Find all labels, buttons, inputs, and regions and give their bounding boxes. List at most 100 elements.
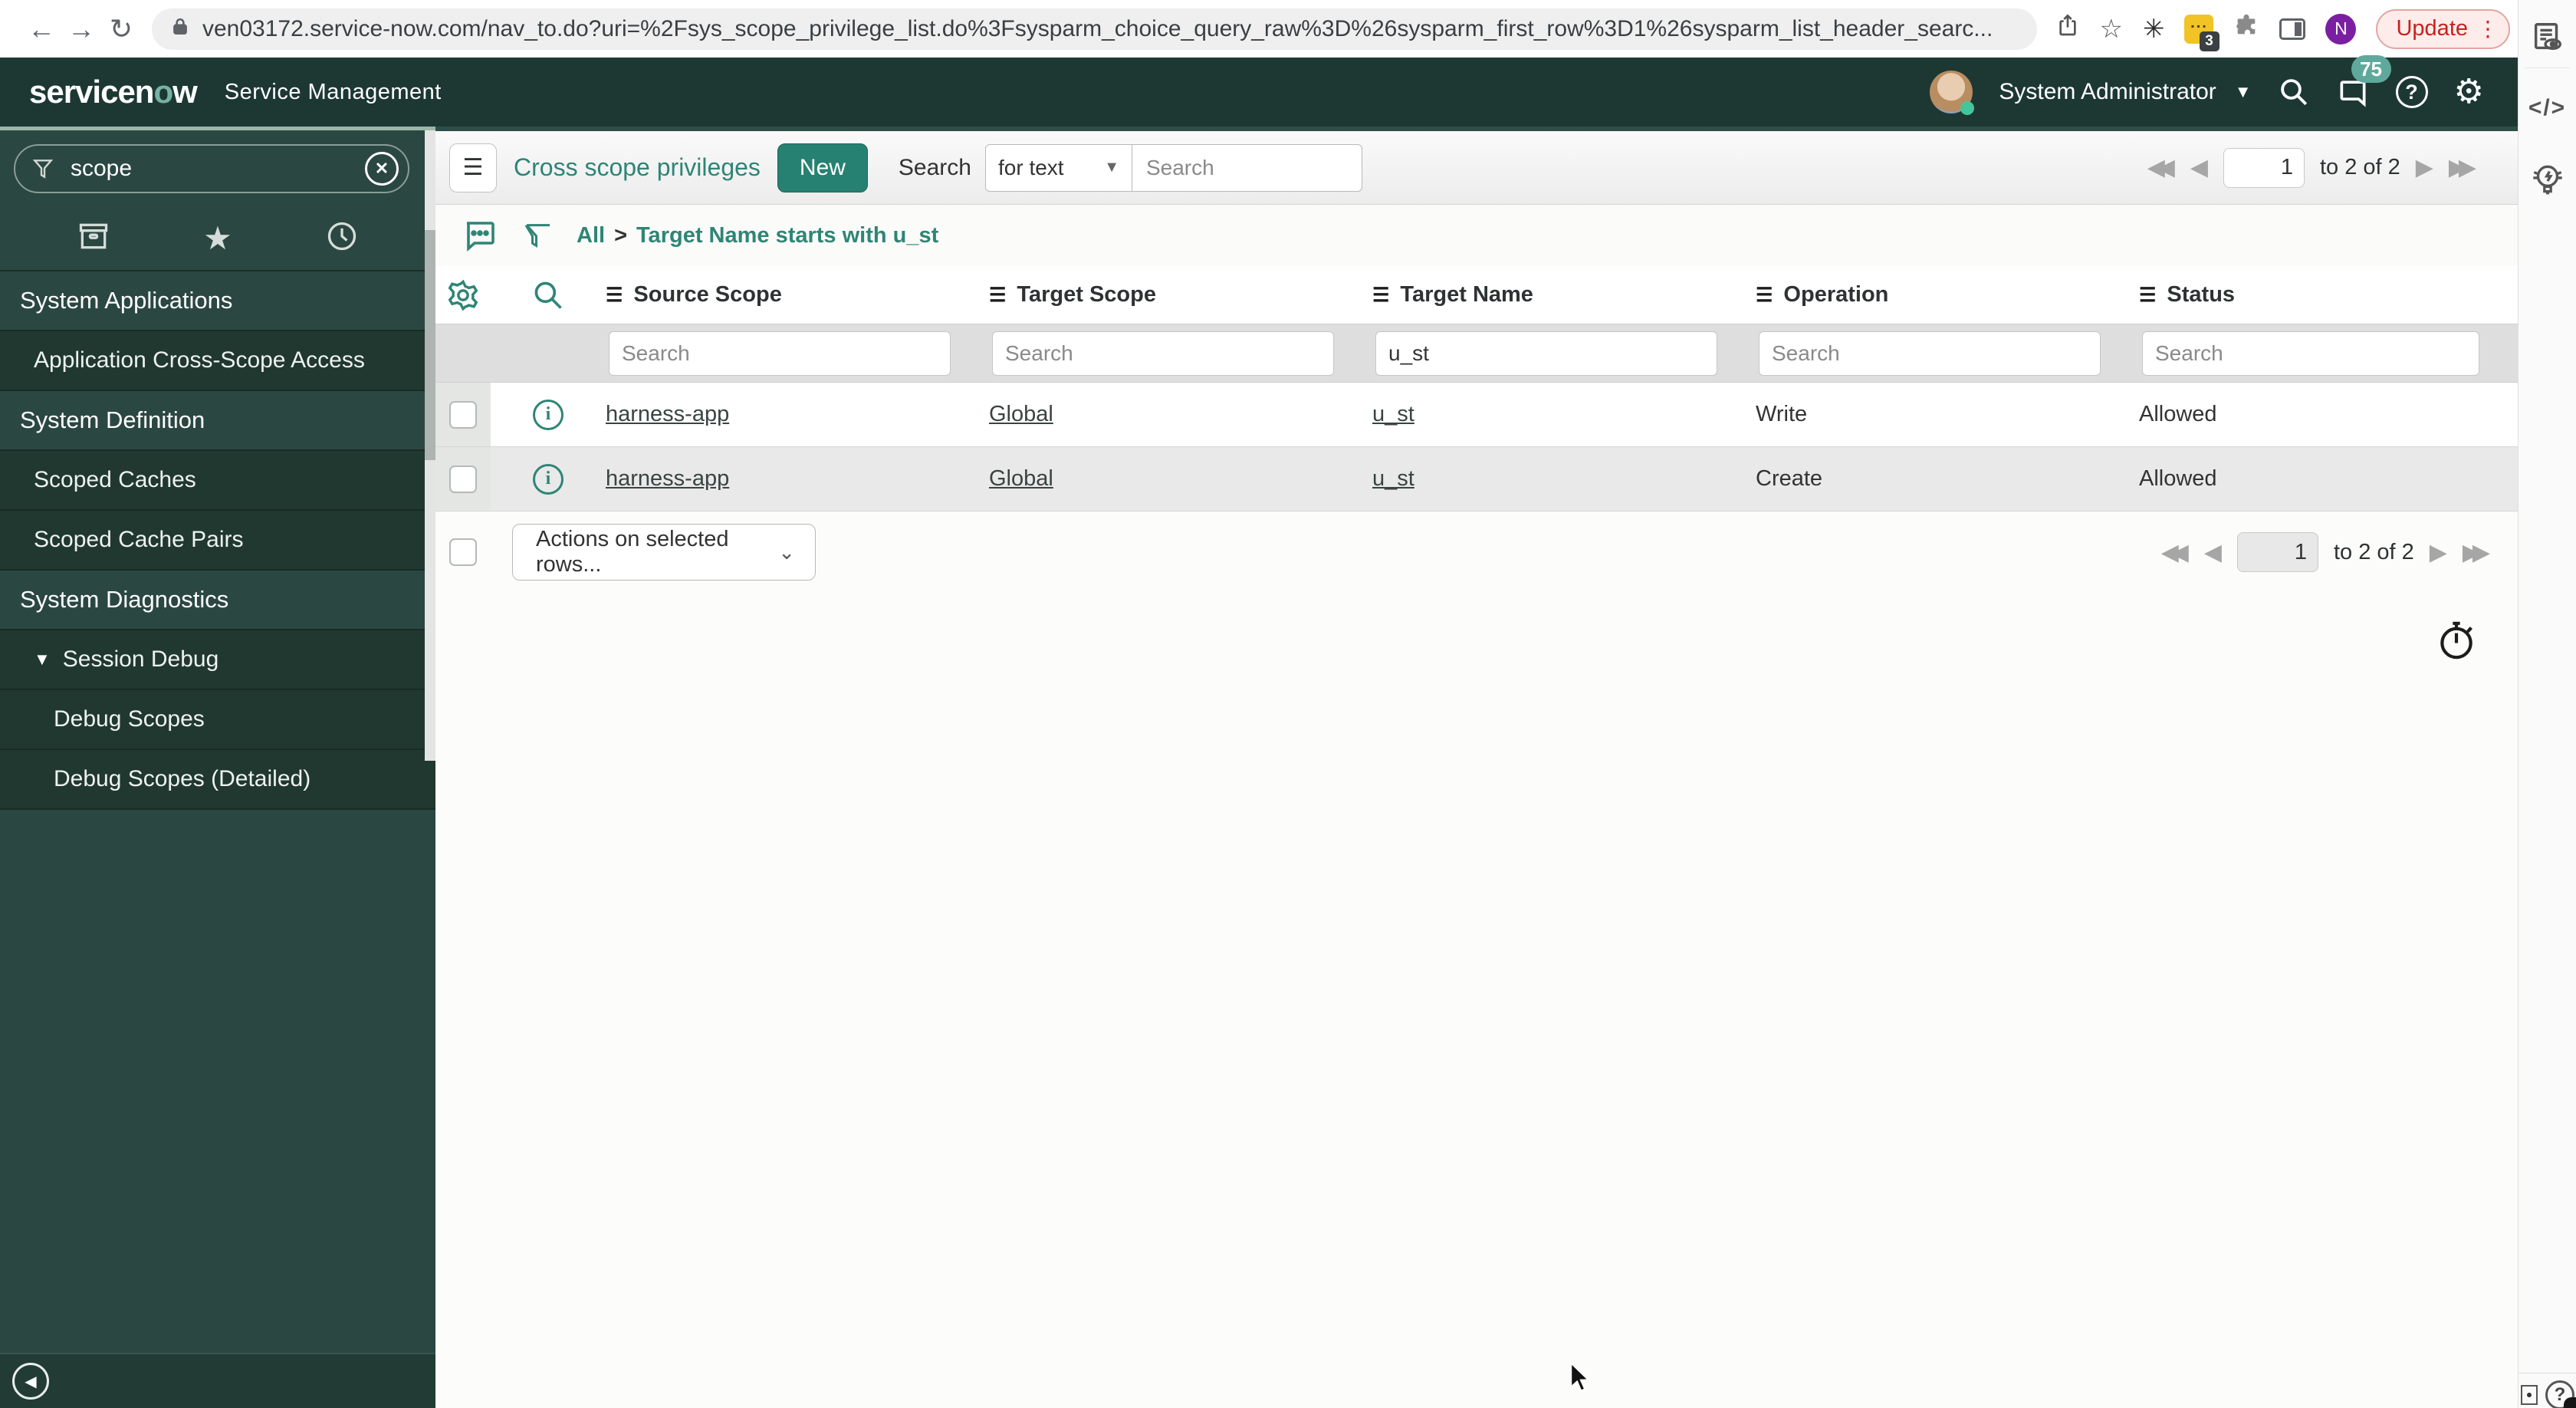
column-search-toggle-icon[interactable] — [491, 278, 606, 312]
actions-select[interactable]: Actions on selected rows... ⌄ — [512, 524, 816, 581]
column-header-operation[interactable]: ☰ Operation — [1756, 282, 2139, 308]
next-page-icon[interactable]: ▶ — [2416, 154, 2433, 181]
previous-page-icon[interactable]: ◀ — [2204, 539, 2222, 566]
extensions-puzzle-icon[interactable] — [2233, 12, 2259, 45]
favorites-star-icon[interactable]: ★ — [203, 219, 232, 257]
user-name[interactable]: System Administrator — [1999, 79, 2216, 105]
sidebar-item-scoped-cache-pairs[interactable]: Scoped Cache Pairs — [0, 511, 435, 571]
breadcrumb-filter-link[interactable]: Target Name starts with u_st — [636, 223, 938, 248]
settings-gear-icon[interactable]: ⚙ — [2454, 75, 2484, 109]
sidebar-item-scoped-caches[interactable]: Scoped Caches — [0, 451, 435, 511]
filter-target-name-input[interactable] — [1375, 331, 1717, 376]
sidebar-item-application-cross-scope-access[interactable]: Application Cross-Scope Access — [0, 331, 435, 391]
update-button[interactable]: Update ⋮ — [2376, 8, 2510, 49]
sidebar-item-debug-scopes[interactable]: Debug Scopes — [0, 690, 435, 750]
column-menu-icon[interactable]: ☰ — [989, 284, 1006, 307]
breadcrumb-funnel-icon[interactable] — [523, 217, 554, 254]
user-menu-caret-icon[interactable]: ▼ — [2235, 82, 2252, 102]
browser-profile-avatar[interactable]: N — [2325, 13, 2357, 44]
sidebar-item-debug-scopes-detailed[interactable]: Debug Scopes (Detailed) — [0, 750, 435, 810]
reading-list-icon[interactable] — [2518, 20, 2576, 55]
history-clock-icon[interactable] — [325, 219, 359, 257]
conversations-icon[interactable]: 75 — [2336, 55, 2391, 109]
browser-menu-icon[interactable]: ⋮ — [2477, 16, 2499, 41]
select-all-checkbox[interactable] — [449, 538, 477, 566]
last-page-icon[interactable]: ▶▶ — [2449, 154, 2476, 181]
browser-side-panel-strip: </> — [2518, 0, 2576, 1408]
address-bar[interactable]: ven03172.service-now.com/nav_to.do?uri=%… — [152, 8, 2037, 50]
clear-filter-icon[interactable]: ✕ — [365, 152, 399, 186]
sidebar-scrollbar[interactable] — [425, 130, 435, 761]
all-applications-icon[interactable] — [77, 219, 110, 257]
source-scope-link[interactable]: harness-app — [606, 402, 729, 426]
filter-source-scope-input[interactable] — [609, 331, 951, 376]
column-header-target-name[interactable]: ☰ Target Name — [1372, 282, 1756, 308]
row-checkbox[interactable] — [449, 400, 477, 429]
bottom-pagination: ◀◀ ◀ to 2 of 2 ▶ ▶▶ — [2161, 532, 2490, 572]
help-icon[interactable]: ? — [2395, 76, 2428, 108]
column-menu-icon[interactable]: ☰ — [606, 284, 623, 307]
row-select-cell — [435, 447, 491, 511]
side-panel-icon[interactable] — [2279, 18, 2306, 40]
row-checkbox[interactable] — [449, 465, 477, 493]
list-title[interactable]: Cross scope privileges — [514, 153, 761, 182]
global-search-icon[interactable] — [2278, 76, 2310, 108]
column-header-source-scope[interactable]: ☰ Source Scope — [606, 282, 989, 308]
next-page-icon[interactable]: ▶ — [2430, 539, 2447, 566]
list-chat-icon[interactable] — [458, 217, 500, 254]
last-page-icon[interactable]: ▶▶ — [2463, 539, 2490, 566]
sidebar-scrollbar-thumb[interactable] — [425, 230, 435, 460]
collapse-triangle-icon[interactable]: ▼ — [34, 650, 51, 669]
filter-operation-input[interactable] — [1759, 331, 2101, 376]
list-search-input[interactable] — [1132, 143, 1362, 192]
first-page-icon[interactable]: ◀◀ — [2147, 154, 2175, 181]
bookmark-star-icon[interactable]: ☆ — [2100, 14, 2123, 44]
row-info-icon[interactable]: i — [491, 463, 606, 495]
page-number-input[interactable] — [2223, 147, 2305, 188]
navigator-filter-input[interactable] — [71, 156, 324, 182]
column-menu-icon[interactable]: ☰ — [2139, 284, 2156, 307]
breadcrumb-all-link[interactable]: All — [577, 223, 605, 248]
select-caret-icon: ▼ — [1104, 159, 1119, 176]
extension-spinner-icon[interactable]: ✳ — [2143, 14, 2165, 44]
code-panel-icon[interactable]: </> — [2518, 95, 2576, 121]
row-info-icon[interactable]: i — [491, 399, 606, 430]
user-avatar[interactable] — [1930, 71, 1975, 115]
list-view: ☰ Cross scope privileges New Search for … — [435, 127, 2518, 1408]
corner-widget-icon[interactable] — [2521, 1385, 2538, 1405]
forward-icon[interactable]: → — [61, 13, 101, 45]
column-menu-icon[interactable]: ☰ — [1372, 284, 1389, 307]
sidebar-section-system-diagnostics[interactable]: System Diagnostics — [0, 571, 435, 630]
column-header-target-scope[interactable]: ☰ Target Scope — [989, 282, 1372, 308]
extension-yellow-icon[interactable]: ... 3 — [2184, 14, 2220, 51]
sidebar-group-session-debug[interactable]: ▼ Session Debug — [0, 630, 435, 690]
target-name-link[interactable]: u_st — [1372, 402, 1414, 426]
back-icon[interactable]: ← — [21, 13, 61, 45]
search-type-select[interactable]: for text ▼ — [984, 143, 1132, 192]
sidebar-section-system-definition[interactable]: System Definition — [0, 391, 435, 451]
filter-status-input[interactable] — [2142, 331, 2479, 376]
previous-page-icon[interactable]: ◀ — [2190, 154, 2208, 181]
idea-lightbulb-icon[interactable] — [2518, 160, 2576, 199]
list-context-menu-icon[interactable]: ☰ — [449, 143, 497, 192]
share-icon[interactable] — [2055, 12, 2080, 45]
first-page-icon[interactable]: ◀◀ — [2161, 539, 2189, 566]
collapse-sidebar-icon[interactable]: ◀ — [12, 1363, 49, 1400]
column-header-status[interactable]: ☰ Status — [2139, 282, 2518, 308]
page-number-input[interactable] — [2236, 532, 2318, 572]
navigator-filter-box[interactable]: ✕ — [14, 144, 409, 193]
response-time-stopwatch-icon[interactable] — [2435, 619, 2478, 666]
column-menu-icon[interactable]: ☰ — [1756, 284, 1773, 307]
servicenow-logo: servicenow — [29, 74, 198, 110]
list-actions-row: Actions on selected rows... ⌄ ◀◀ ◀ to 2 … — [435, 524, 2518, 581]
list-settings-gear-icon[interactable] — [435, 278, 491, 313]
source-scope-link[interactable]: harness-app — [606, 466, 729, 491]
filter-target-scope-input[interactable] — [992, 331, 1334, 376]
extension-badge: 3 — [2200, 31, 2220, 51]
target-scope-link[interactable]: Global — [989, 402, 1053, 426]
sidebar-section-system-applications[interactable]: System Applications — [0, 271, 435, 331]
new-button[interactable]: New — [777, 143, 868, 192]
target-scope-link[interactable]: Global — [989, 466, 1053, 491]
target-name-link[interactable]: u_st — [1372, 466, 1414, 491]
reload-icon[interactable]: ↻ — [101, 13, 141, 45]
